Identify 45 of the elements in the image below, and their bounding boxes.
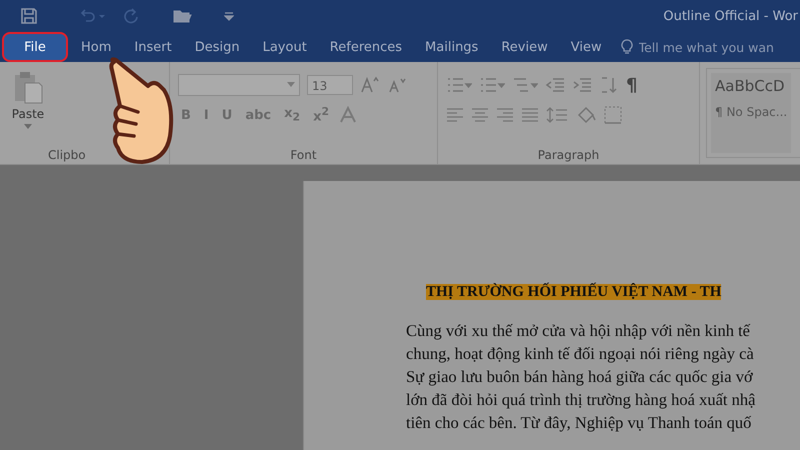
grow-font-icon[interactable]: [360, 76, 380, 94]
shrink-font-icon[interactable]: [387, 76, 407, 94]
tell-me-search[interactable]: Tell me what you wan: [620, 32, 789, 62]
ribbon-tab[interactable]: Mailings: [415, 32, 488, 62]
ribbon-tab[interactable]: Review: [491, 32, 558, 62]
ribbon-tab[interactable]: Hom: [71, 32, 122, 62]
font-size-field[interactable]: 13: [307, 75, 353, 95]
ribbon-tab[interactable]: Layout: [252, 32, 317, 62]
multilevel-list-icon[interactable]: [512, 76, 538, 94]
group-label: Paragraph: [536, 148, 600, 162]
bullet-list-icon[interactable]: [446, 76, 472, 94]
ribbon-tab[interactable]: File: [2, 32, 68, 62]
group-label: Clipbo: [47, 148, 87, 162]
window-title: Outline Official - Wor: [663, 8, 799, 24]
align-right-icon[interactable]: [496, 107, 514, 123]
align-center-icon[interactable]: [471, 107, 489, 123]
paragraph-line: Cùng với xu thế mở cửa và hội nhập với nền kinh tế: [406, 320, 752, 342]
decrease-indent-icon[interactable]: [545, 76, 565, 94]
ribbon-tab[interactable]: View: [560, 32, 612, 62]
ribbon-tab[interactable]: References: [320, 32, 412, 62]
group-label: Font: [289, 148, 318, 162]
paragraph-line: Sự giao lưu buôn bán hàng hoá giữa các quốc gia vớ: [406, 366, 754, 388]
increase-indent-icon[interactable]: [572, 76, 592, 94]
text-effects-icon[interactable]: [339, 106, 357, 124]
justify-icon[interactable]: [521, 107, 539, 123]
redo-icon[interactable]: [122, 7, 140, 25]
paragraph-line: tiên cho các bên. Từ đây, Nghiệp vụ Thanh toán quố: [406, 412, 752, 434]
sort-icon[interactable]: [599, 76, 619, 94]
paragraph-line: lớn đã đòi hỏi quá trình thị trường hàng hoá xuất nhậ: [406, 389, 756, 411]
borders-icon[interactable]: [604, 106, 622, 124]
save-icon[interactable]: [20, 7, 38, 25]
dropdown-caret-icon[interactable]: [287, 82, 295, 87]
undo-icon[interactable]: [78, 7, 96, 25]
ribbon-tab[interactable]: Design: [184, 32, 250, 62]
lightbulb-icon: [620, 39, 633, 55]
style-item[interactable]: AaBbCcD ¶ No Spac...: [711, 73, 792, 153]
font-name-field[interactable]: [178, 74, 300, 96]
ribbon-tab[interactable]: Insert: [124, 32, 182, 62]
caret-icon[interactable]: [24, 124, 32, 129]
paste-label[interactable]: Paste: [12, 107, 44, 121]
show-formatting-mark[interactable]: ¶: [626, 74, 638, 96]
align-left-icon[interactable]: [446, 107, 464, 123]
line-spacing-icon[interactable]: [546, 106, 568, 124]
paragraph-line: chung, hoạt động kinh tế đối ngoại nói riêng ngày cà: [406, 343, 755, 365]
paste-icon[interactable]: [13, 70, 43, 104]
